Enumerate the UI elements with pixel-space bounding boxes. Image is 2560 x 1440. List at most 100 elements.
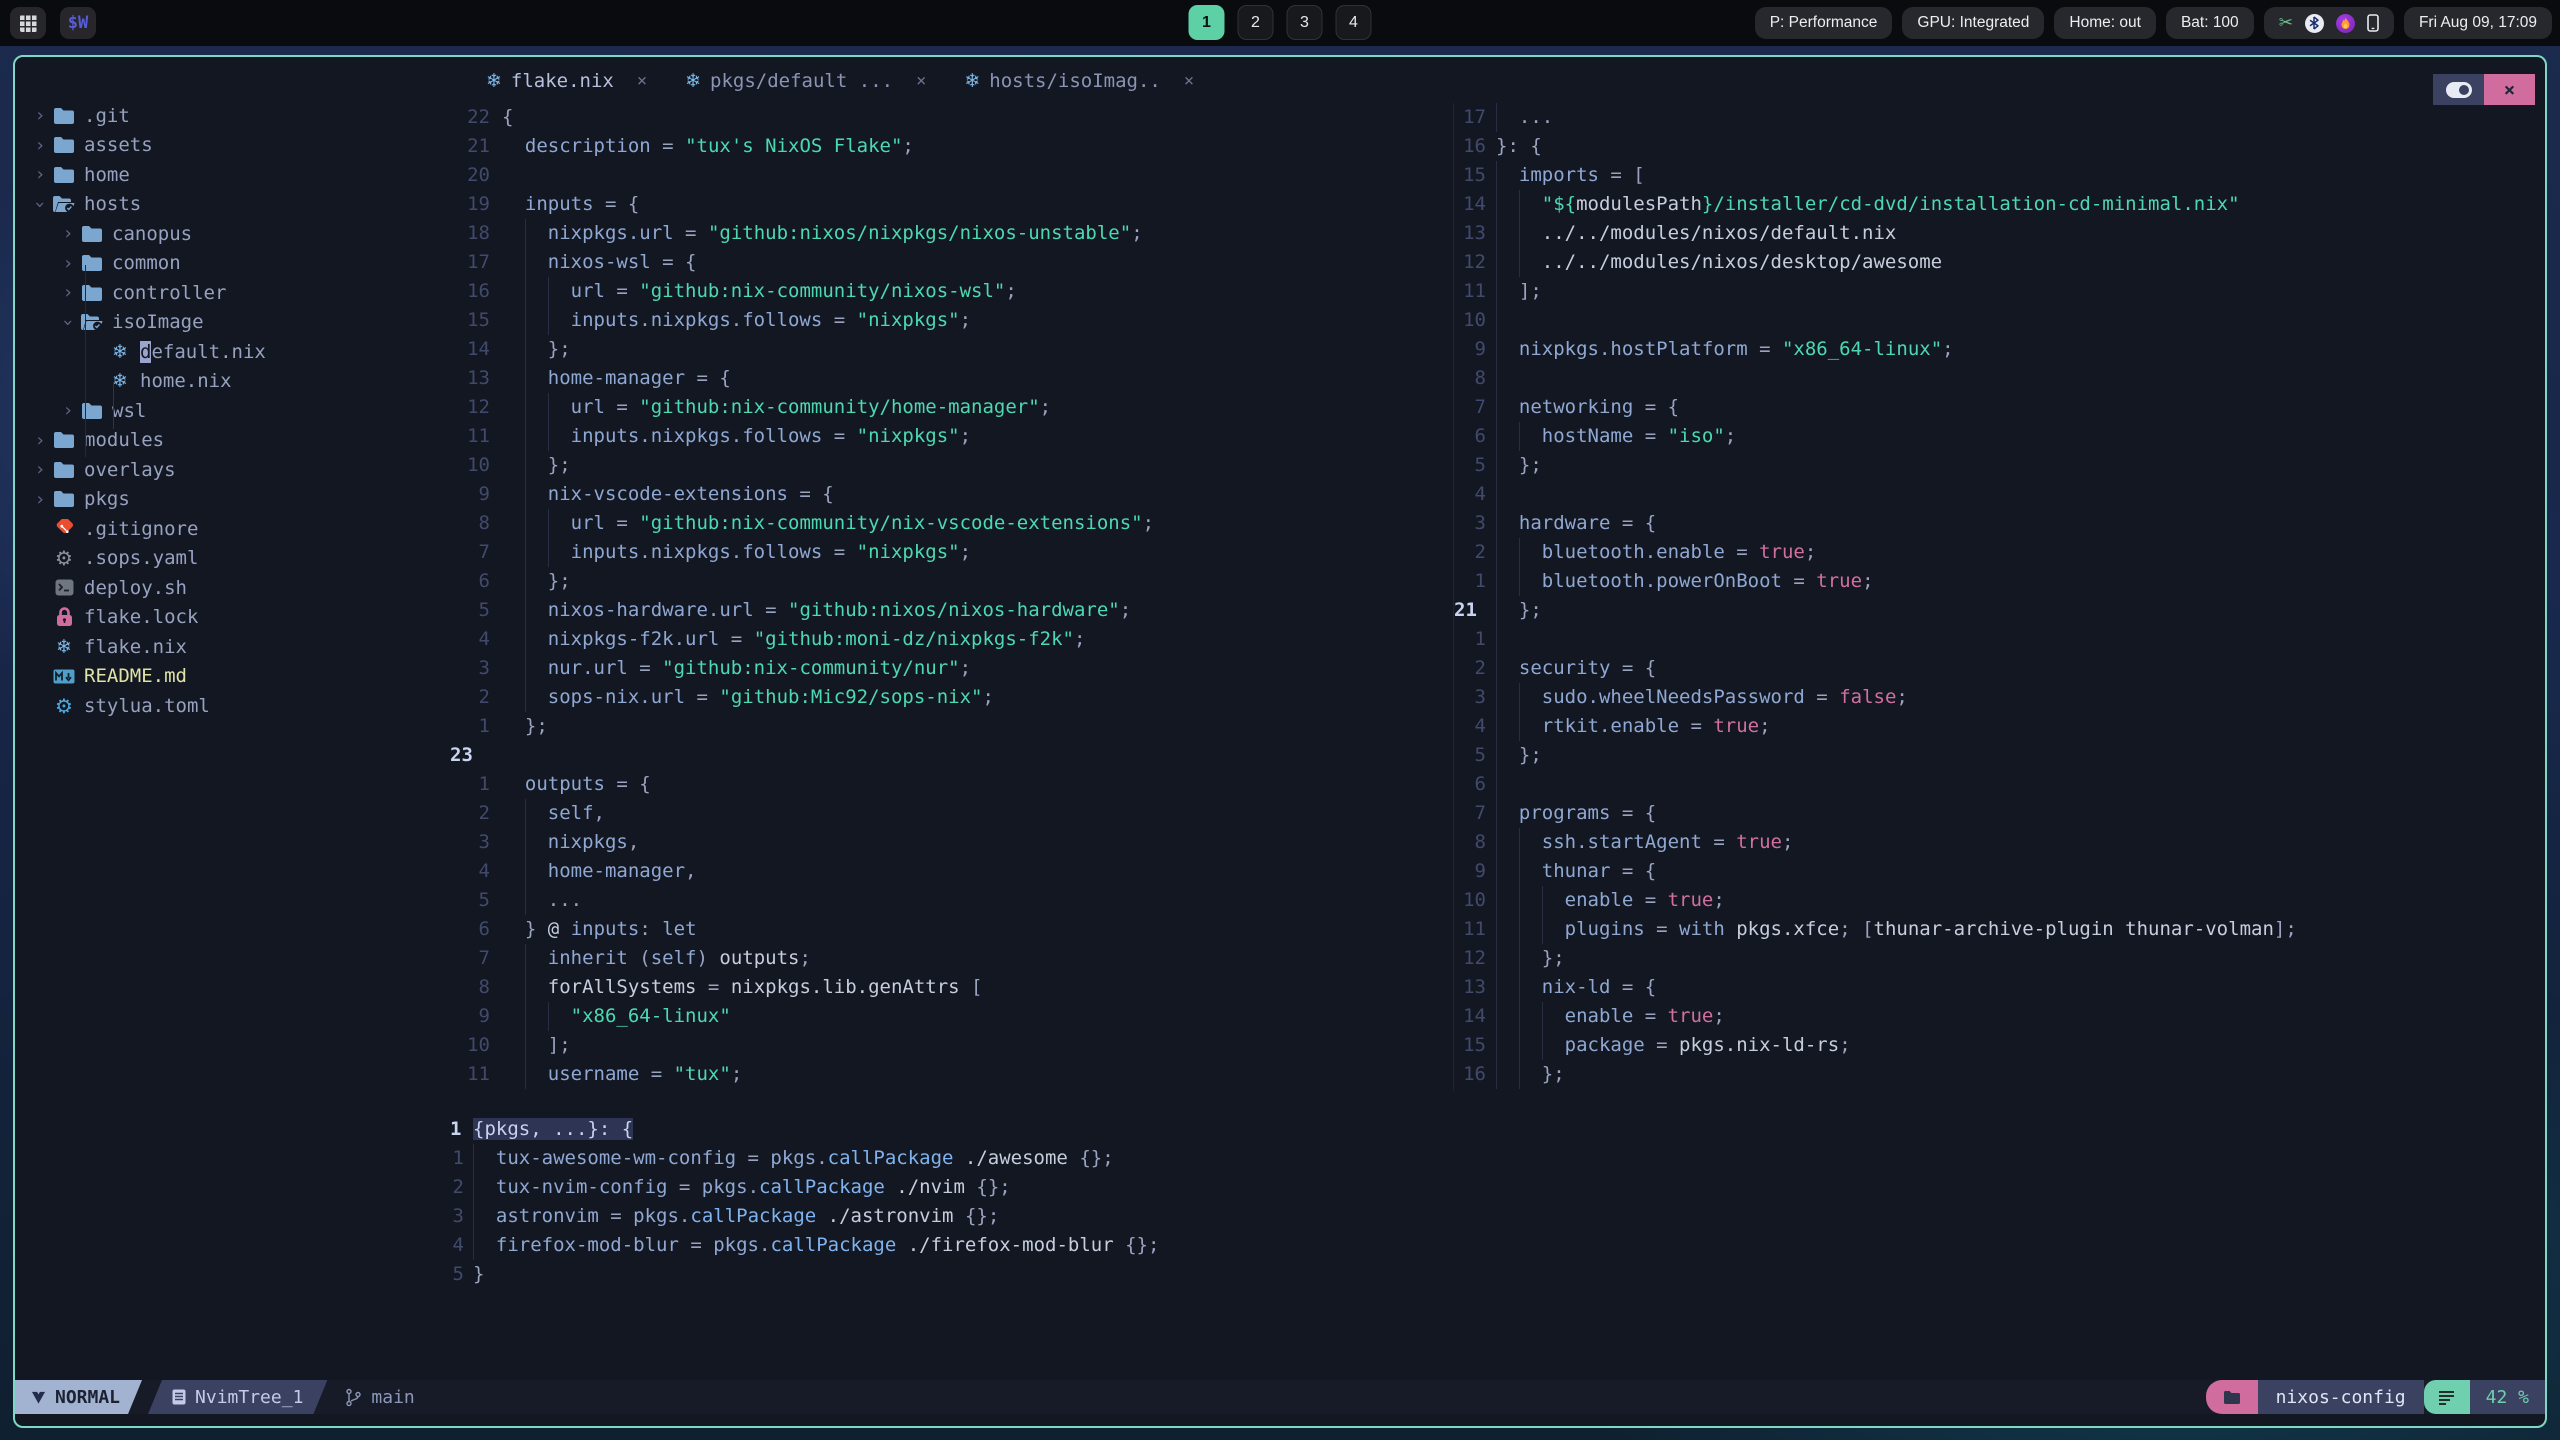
code-line[interactable]: 11 username = "tux"; xyxy=(450,1060,1452,1089)
close-icon[interactable]: × xyxy=(1184,71,1194,91)
code-line[interactable]: 4 home-manager, xyxy=(450,857,1452,886)
code-line[interactable]: 3 nur.url = "github:nix-community/nur"; xyxy=(450,654,1452,683)
chevron-right-icon[interactable]: › xyxy=(57,253,79,274)
code-line[interactable]: 2 security = { xyxy=(1454,654,2545,683)
code-line[interactable]: 19 inputs = { xyxy=(450,190,1452,219)
code-line[interactable]: 12 url = "github:nix-community/home-mana… xyxy=(450,393,1452,422)
tree-item-stylua-toml[interactable]: ⚙ stylua.toml xyxy=(15,691,450,721)
workspace-button-1[interactable]: 1 xyxy=(1188,5,1225,40)
code-line[interactable]: 1 }; xyxy=(450,712,1452,741)
code-line[interactable]: 11]; xyxy=(1454,277,2545,306)
code-line[interactable]: 3 hardware = { xyxy=(1454,509,2545,538)
code-line[interactable]: 18 nixpkgs.url = "github:nixos/nixpkgs/n… xyxy=(450,219,1452,248)
code-line[interactable]: 2 bluetooth.enable = true; xyxy=(1454,538,2545,567)
code-line[interactable]: 12 ../../modules/nixos/desktop/awesome xyxy=(1454,248,2545,277)
phone-icon[interactable] xyxy=(2367,14,2379,32)
code-line[interactable]: 10 }; xyxy=(450,451,1452,480)
tree-item-isoImage[interactable]: › isoImage xyxy=(15,308,450,338)
code-line[interactable]: 4 rtkit.enable = true; xyxy=(1454,712,2545,741)
chevron-down-icon[interactable]: › xyxy=(58,311,79,333)
code-line[interactable]: 5}; xyxy=(1454,451,2545,480)
code-line[interactable]: 17 nixos-wsl = { xyxy=(450,248,1452,277)
code-line[interactable]: 7 inputs.nixpkgs.follows = "nixpkgs"; xyxy=(450,538,1452,567)
tree-item-flake-nix[interactable]: ❄ flake.nix xyxy=(15,632,450,662)
chevron-right-icon[interactable]: › xyxy=(29,430,51,451)
code-line[interactable]: 17... xyxy=(1454,103,2545,132)
tree-item-common[interactable]: › common xyxy=(15,249,450,279)
code-line[interactable]: 23 xyxy=(450,741,1452,770)
close-icon[interactable]: × xyxy=(916,71,926,91)
code-line[interactable]: 8 xyxy=(1454,364,2545,393)
code-line[interactable]: 1 tux-awesome-wm-config = pkgs.callPackag… xyxy=(450,1144,2545,1173)
chevron-right-icon[interactable]: › xyxy=(29,164,51,185)
code-line[interactable]: 6 hostName = "iso"; xyxy=(1454,422,2545,451)
code-line[interactable]: 3 astronvim = pkgs.callPackage ./astronvi… xyxy=(450,1202,2545,1231)
tree-item-assets[interactable]: › assets xyxy=(15,131,450,161)
code-line[interactable]: 6 } @ inputs: let xyxy=(450,915,1452,944)
editor-pane-iso-default-nix[interactable]: 17... 16}: {15 imports = [14 "${modulesPath… xyxy=(1453,103,2545,1091)
code-line[interactable]: 14 "${modulesPath}/installer/cd-dvd/insta… xyxy=(1454,190,2545,219)
code-line[interactable]: 15 imports = [ xyxy=(1454,161,2545,190)
code-line[interactable]: 6 xyxy=(1454,770,2545,799)
code-line[interactable]: 11 plugins = with pkgs.xfce; [thunar-arch… xyxy=(1454,915,2545,944)
code-line[interactable]: 13 nix-ld = { xyxy=(1454,973,2545,1002)
code-line[interactable]: 2 self, xyxy=(450,799,1452,828)
chevron-right-icon[interactable]: › xyxy=(29,459,51,480)
status-pill-2[interactable]: Home: out xyxy=(2054,7,2156,39)
tree-item--gitignore[interactable]: .gitignore xyxy=(15,514,450,544)
code-line[interactable]: 13 home-manager = { xyxy=(450,364,1452,393)
code-line[interactable]: 4 firefox-mod-blur = pkgs.callPackage ./f… xyxy=(450,1231,2545,1260)
code-line[interactable]: 9 thunar = { xyxy=(1454,857,2545,886)
clock[interactable]: Fri Aug 09, 17:09 xyxy=(2403,7,2552,39)
chevron-right-icon[interactable]: › xyxy=(29,489,51,510)
code-line[interactable]: 15 package = pkgs.nix-ld-rs; xyxy=(1454,1031,2545,1060)
chevron-down-icon[interactable]: › xyxy=(30,193,51,215)
code-line[interactable]: 14 enable = true; xyxy=(1454,1002,2545,1031)
tree-item-overlays[interactable]: › overlays xyxy=(15,455,450,485)
code-line[interactable]: 21}; xyxy=(1454,596,2545,625)
code-line[interactable]: 7 networking = { xyxy=(1454,393,2545,422)
tree-item-pkgs[interactable]: › pkgs xyxy=(15,485,450,515)
code-line[interactable]: 16}: { xyxy=(1454,132,2545,161)
tree-item-default-nix[interactable]: ❄ default.nix xyxy=(15,337,450,367)
code-line[interactable]: 4 xyxy=(1454,480,2545,509)
workspace-button-4[interactable]: 4 xyxy=(1335,5,1372,40)
code-line[interactable]: 16}; xyxy=(1454,1060,2545,1089)
editor-pane-pkgs-default-nix[interactable]: 1 {pkgs, ...}: {1 tux-awesome-wm-config = … xyxy=(450,1115,2545,1295)
code-line[interactable]: 9 "x86_64-linux" xyxy=(450,1002,1452,1031)
tab-hosts-isoImag-[interactable]: ❄ hosts/isoImag.. × xyxy=(950,70,1208,92)
code-line[interactable]: 10 enable = true; xyxy=(1454,886,2545,915)
tree-item-flake-lock[interactable]: flake.lock xyxy=(15,603,450,633)
code-line[interactable]: 10 ]; xyxy=(450,1031,1452,1060)
workspace-button-3[interactable]: 3 xyxy=(1286,5,1323,40)
tree-item-controller[interactable]: › controller xyxy=(15,278,450,308)
buffer-segment[interactable]: NvimTree_1 xyxy=(148,1380,327,1414)
code-line[interactable]: 15 inputs.nixpkgs.follows = "nixpkgs"; xyxy=(450,306,1452,335)
code-line[interactable]: 13 ../../modules/nixos/default.nix xyxy=(1454,219,2545,248)
code-line[interactable]: 4 nixpkgs-f2k.url = "github:moni-dz/nixp… xyxy=(450,625,1452,654)
code-line[interactable]: 2 sops-nix.url = "github:Mic92/sops-nix"… xyxy=(450,683,1452,712)
tree-item--sops-yaml[interactable]: ⚙ .sops.yaml xyxy=(15,544,450,574)
code-line[interactable]: 1 bluetooth.powerOnBoot = true; xyxy=(1454,567,2545,596)
code-line[interactable]: 1 xyxy=(1454,625,2545,654)
code-line[interactable]: 5 ... xyxy=(450,886,1452,915)
code-line[interactable]: 12}; xyxy=(1454,944,2545,973)
close-icon[interactable]: × xyxy=(637,71,647,91)
code-line[interactable]: 5} xyxy=(450,1260,2545,1289)
code-line[interactable]: 8 forAllSystems = nixpkgs.lib.genAttrs [ xyxy=(450,973,1452,1002)
tree-item-wsl[interactable]: › wsl xyxy=(15,396,450,426)
code-line[interactable]: 10 xyxy=(1454,306,2545,335)
code-line[interactable]: 1 {pkgs, ...}: { xyxy=(450,1115,2545,1144)
tab-pkgs-default-[interactable]: ❄ pkgs/default ... × xyxy=(671,70,940,92)
logo-button[interactable]: $W xyxy=(60,7,96,39)
app-launcher-button[interactable] xyxy=(10,7,46,39)
code-line[interactable]: 3 nixpkgs, xyxy=(450,828,1452,857)
bluetooth-icon[interactable] xyxy=(2304,13,2324,33)
flame-icon[interactable] xyxy=(2335,13,2355,33)
code-line[interactable]: 16 url = "github:nix-community/nixos-wsl… xyxy=(450,277,1452,306)
code-line[interactable]: 20 xyxy=(450,161,1452,190)
code-line[interactable]: 5 nixos-hardware.url = "github:nixos/nix… xyxy=(450,596,1452,625)
code-line[interactable]: 11 inputs.nixpkgs.follows = "nixpkgs"; xyxy=(450,422,1452,451)
status-pill-3[interactable]: Bat: 100 xyxy=(2165,7,2254,39)
chevron-right-icon[interactable]: › xyxy=(57,400,79,421)
